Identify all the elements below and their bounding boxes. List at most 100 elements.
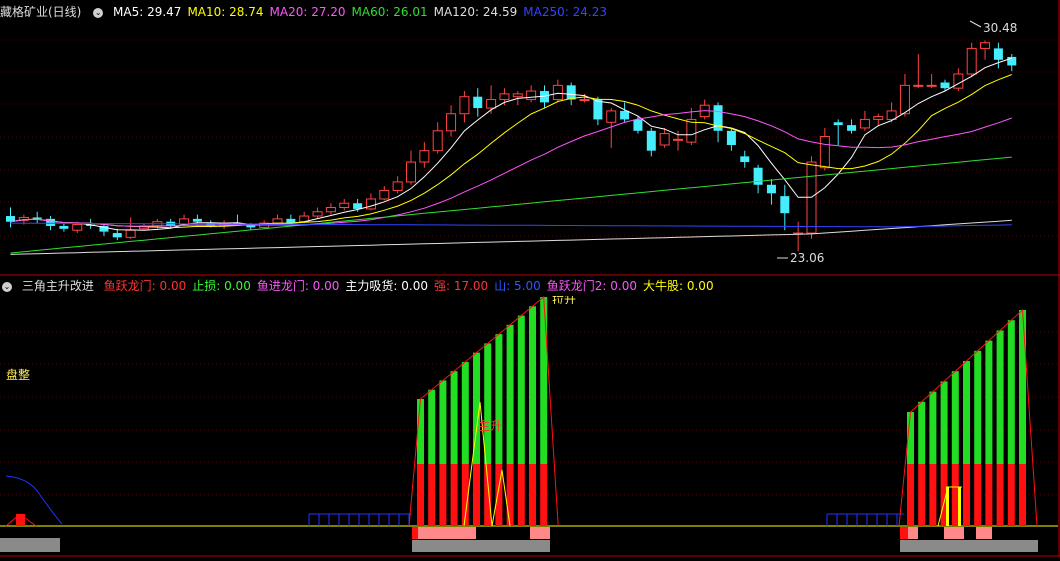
red-bar: [951, 464, 959, 526]
signal-block: [418, 527, 426, 539]
indicator-pane-header: ⌄ 三角主升改进 鱼跃龙门: 0.00 止损: 0.00 鱼进龙门: 0.00 主力吸…: [0, 277, 726, 295]
candle-body: [646, 130, 656, 151]
red-bar: [963, 464, 970, 526]
candle-body: [819, 135, 830, 169]
candle-body: [620, 110, 630, 120]
green-bar: [940, 381, 948, 464]
signal-block: [476, 527, 530, 539]
candle-body: [32, 217, 42, 219]
indicator-legend-item: 鱼跃龙门2: 0.00: [546, 279, 637, 293]
red-bar: [985, 464, 993, 526]
blue-curve: [5, 475, 63, 525]
candle-body: [966, 47, 977, 75]
candle-body: [339, 202, 350, 208]
candle-body: [432, 130, 443, 152]
candle-body: [353, 203, 363, 209]
green-bar: [1007, 320, 1015, 464]
candle-body: [419, 150, 430, 163]
candle-body: [312, 211, 323, 217]
green-bar: [974, 350, 982, 464]
red-bar: [439, 464, 447, 526]
indicator-legend-item: 止损: 0.00: [192, 279, 251, 293]
signal-block: [944, 527, 964, 539]
high-price-label: 30.48: [983, 21, 1018, 35]
green-bar: [1019, 310, 1026, 464]
signal-block: [426, 527, 476, 539]
green-bar: [517, 315, 525, 464]
red-bar: [1007, 464, 1015, 526]
candle-body: [512, 93, 523, 98]
candle-body: [286, 218, 296, 224]
candle-body: [552, 84, 563, 101]
candle-body: [499, 93, 510, 101]
green-bar: [461, 361, 469, 464]
candle-body: [125, 229, 136, 238]
red-bar: [529, 464, 536, 526]
green-bar: [985, 340, 993, 464]
candle-body: [953, 73, 964, 89]
ma60-line: [10, 156, 1012, 254]
candle-body: [926, 84, 937, 87]
green-bar: [918, 401, 926, 464]
candle-body: [899, 84, 910, 115]
red-bar: [1019, 464, 1026, 526]
red-bar: [929, 464, 937, 526]
candle-body: [993, 48, 1003, 60]
indicator-legend-item: 山: 5.00: [494, 279, 541, 293]
red-bar: [450, 464, 458, 526]
signal-block: [530, 527, 550, 539]
red-bar: [506, 464, 514, 526]
red-bar: [540, 464, 548, 526]
candle-body: [726, 130, 736, 145]
red-bar: [473, 464, 480, 526]
red-bar: [974, 464, 982, 526]
candle-body: [833, 122, 843, 126]
candle-body: [379, 189, 390, 200]
candle-body: [579, 99, 590, 102]
ma5-line: [10, 57, 1012, 231]
candle-body: [780, 196, 790, 214]
candle-body: [325, 207, 336, 213]
candle-body: [365, 198, 376, 210]
yellow-spike: [958, 487, 961, 526]
green-bar: [529, 306, 536, 464]
indicator-legend-item: 鱼跃龙门: 0.00: [103, 279, 187, 293]
signal-block: [976, 527, 992, 539]
candle-body: [473, 96, 483, 109]
indicator-legend-item: 鱼进龙门: 0.00: [256, 279, 340, 293]
green-bar: [428, 389, 436, 464]
candle-body: [446, 113, 457, 132]
candle-body: [873, 116, 884, 120]
indicator-legend-item: 大牛股: 0.00: [643, 279, 714, 293]
indicator-legend-item: 强: 17.00: [433, 279, 489, 293]
signal-strip: [900, 540, 1038, 552]
high-marker: [969, 20, 982, 28]
consolidation-label: 盘整: [6, 368, 31, 382]
green-bar: [484, 343, 492, 464]
green-bar: [929, 391, 937, 464]
signal-block: [918, 527, 944, 539]
candle-body: [766, 184, 776, 194]
green-bar: [439, 380, 447, 464]
candle-body: [633, 119, 643, 131]
candle-body: [859, 118, 870, 129]
green-bar: [506, 324, 514, 464]
signal-strip: [412, 540, 550, 552]
collapse-icon[interactable]: ⌄: [2, 281, 12, 292]
red-bar: [417, 464, 424, 526]
red-bar: [16, 514, 25, 526]
candle-body: [847, 125, 857, 131]
candle-body: [913, 84, 924, 87]
candle-body: [192, 218, 202, 222]
candle-body: [59, 225, 69, 229]
green-bar: [963, 361, 970, 464]
candle-body: [526, 90, 537, 101]
candle-body: [740, 156, 750, 163]
candle-body: [753, 167, 763, 185]
red-bar: [428, 464, 436, 526]
main-rise-label: 主升: [478, 419, 503, 433]
candle-body: [486, 99, 497, 109]
red-bar: [907, 464, 914, 526]
green-bar: [996, 330, 1004, 464]
candle-body: [673, 138, 683, 141]
